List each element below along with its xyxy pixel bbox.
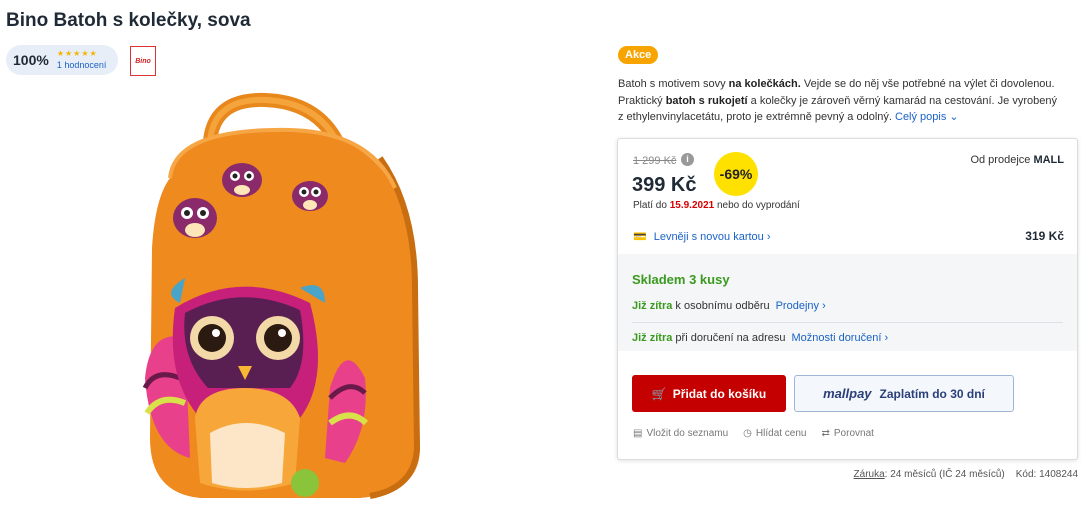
akce-badge: Akce: [618, 46, 659, 64]
rating-badge[interactable]: 100% ★★★★★ 1 hodnocení: [6, 45, 118, 75]
compare-action[interactable]: ⇄ Porovnat: [822, 428, 874, 439]
info-icon[interactable]: i: [681, 153, 694, 166]
bookmark-icon: ▤: [633, 428, 643, 439]
discount-badge: -69%: [714, 152, 758, 196]
star-rating-icon: ★★★★★: [56, 49, 98, 58]
delivery-text: při doručení na adresu: [675, 332, 786, 344]
valid-date: 15.9.2021: [669, 200, 715, 211]
pickup-row: Již zítra k osobnímu odběru Prodejny ›: [632, 300, 826, 312]
chevron-right-icon: ›: [822, 300, 826, 312]
small-owl-3: [292, 181, 328, 211]
rating-percent: 100%: [13, 52, 49, 68]
desc-text-1: Batoh s motivem sovy: [618, 78, 729, 90]
product-image[interactable]: [130, 88, 450, 508]
add-to-cart-label: Přidat do košíku: [672, 386, 767, 401]
mallpay-label: Zaplatím do 30 dní: [879, 386, 985, 401]
warranty-value: : 24 měsíců (IČ 24 měsíců): [884, 469, 1005, 480]
add-to-list-action[interactable]: ▤ Vložit do seznamu: [633, 428, 728, 439]
delivery-date: Již zítra: [632, 332, 673, 344]
product-footer: Záruka: 24 měsíců (IČ 24 měsíců) Kód: 140…: [854, 469, 1078, 480]
product-title: Bino Batoh s kolečky, sova: [6, 10, 251, 31]
current-price: 399 Kč: [632, 174, 697, 196]
seller-name: MALL: [1033, 154, 1064, 166]
valid-suffix: nebo do vyprodání: [716, 200, 800, 211]
product-description: Batoh s motivem sovy na kolečkách. Vejde…: [618, 76, 1058, 126]
small-owl-1: [173, 198, 217, 238]
seller-prefix: Od prodejce: [970, 154, 1031, 166]
delivery-options-link[interactable]: Možnosti doručení ›: [792, 332, 889, 344]
offer-card: 1 299 Kč i 399 Kč -69% Od prodejce MALL …: [617, 138, 1078, 460]
add-to-cart-button[interactable]: 🛒 Přidat do košíku: [632, 375, 786, 412]
delivery-box: Skladem 3 kusy Již zítra k osobnímu odbě…: [618, 254, 1077, 351]
clock-icon: ◷: [743, 428, 752, 439]
credit-card-icon: 💳: [633, 231, 647, 243]
card-price: 319 Kč: [1025, 229, 1064, 243]
card-offer-link[interactable]: 💳 Levněji s novou kartou ›: [633, 230, 771, 244]
secondary-actions: ▤ Vložit do seznamu ◷ Hlídat cenu ⇄ Porovna…: [633, 428, 889, 439]
watch-price-label: Hlídat cenu: [755, 428, 807, 439]
delivery-options-label: Možnosti doručení: [791, 332, 882, 344]
full-description-link[interactable]: Celý popis ⌄: [895, 111, 959, 123]
cart-icon: 🛒: [651, 386, 667, 401]
rating-count-link[interactable]: 1 hodnocení: [57, 61, 107, 70]
stores-link-label: Prodejny: [775, 300, 820, 312]
pickup-date: Již zítra: [632, 300, 673, 312]
card-offer-label: Levněji s novou kartou: [653, 230, 764, 243]
small-owl-2: [222, 163, 262, 197]
divider: [632, 322, 1063, 323]
old-price: 1 299 Kč: [633, 155, 677, 167]
valid-prefix: Platí do: [633, 200, 667, 211]
mallpay-logo: mallpay: [823, 386, 872, 401]
product-code: Kód: 1408244: [1015, 469, 1078, 480]
desc-bold-1: na kolečkách.: [728, 78, 801, 90]
brand-logo[interactable]: Bino: [130, 46, 156, 76]
chevron-down-icon: ⌄: [949, 111, 959, 123]
chevron-right-icon: ›: [766, 230, 771, 243]
pickup-text: k osobnímu odběru: [675, 300, 770, 312]
chevron-right-icon: ›: [884, 332, 889, 344]
warranty-link[interactable]: Záruka: [854, 469, 885, 480]
validity-note: Platí do 15.9.2021 nebo do vyprodání: [633, 200, 800, 211]
watch-price-action[interactable]: ◷ Hlídat cenu: [743, 428, 806, 439]
desc-bold-2: batoh s rukojetí: [665, 94, 748, 107]
mallpay-button[interactable]: mallpay Zaplatím do 30 dní: [794, 375, 1014, 412]
full-description-label: Celý popis: [895, 111, 947, 123]
seller-info: Od prodejce MALL: [970, 154, 1064, 166]
compare-icon: ⇄: [821, 428, 830, 439]
add-to-list-label: Vložit do seznamu: [646, 428, 729, 439]
stores-link[interactable]: Prodejny ›: [776, 300, 826, 312]
brand-logo-text: Bino: [135, 57, 151, 65]
stock-status: Skladem 3 kusy: [632, 272, 730, 287]
compare-label: Porovnat: [833, 428, 874, 439]
home-delivery-row: Již zítra při doručení na adresu Možnosti…: [632, 332, 888, 344]
